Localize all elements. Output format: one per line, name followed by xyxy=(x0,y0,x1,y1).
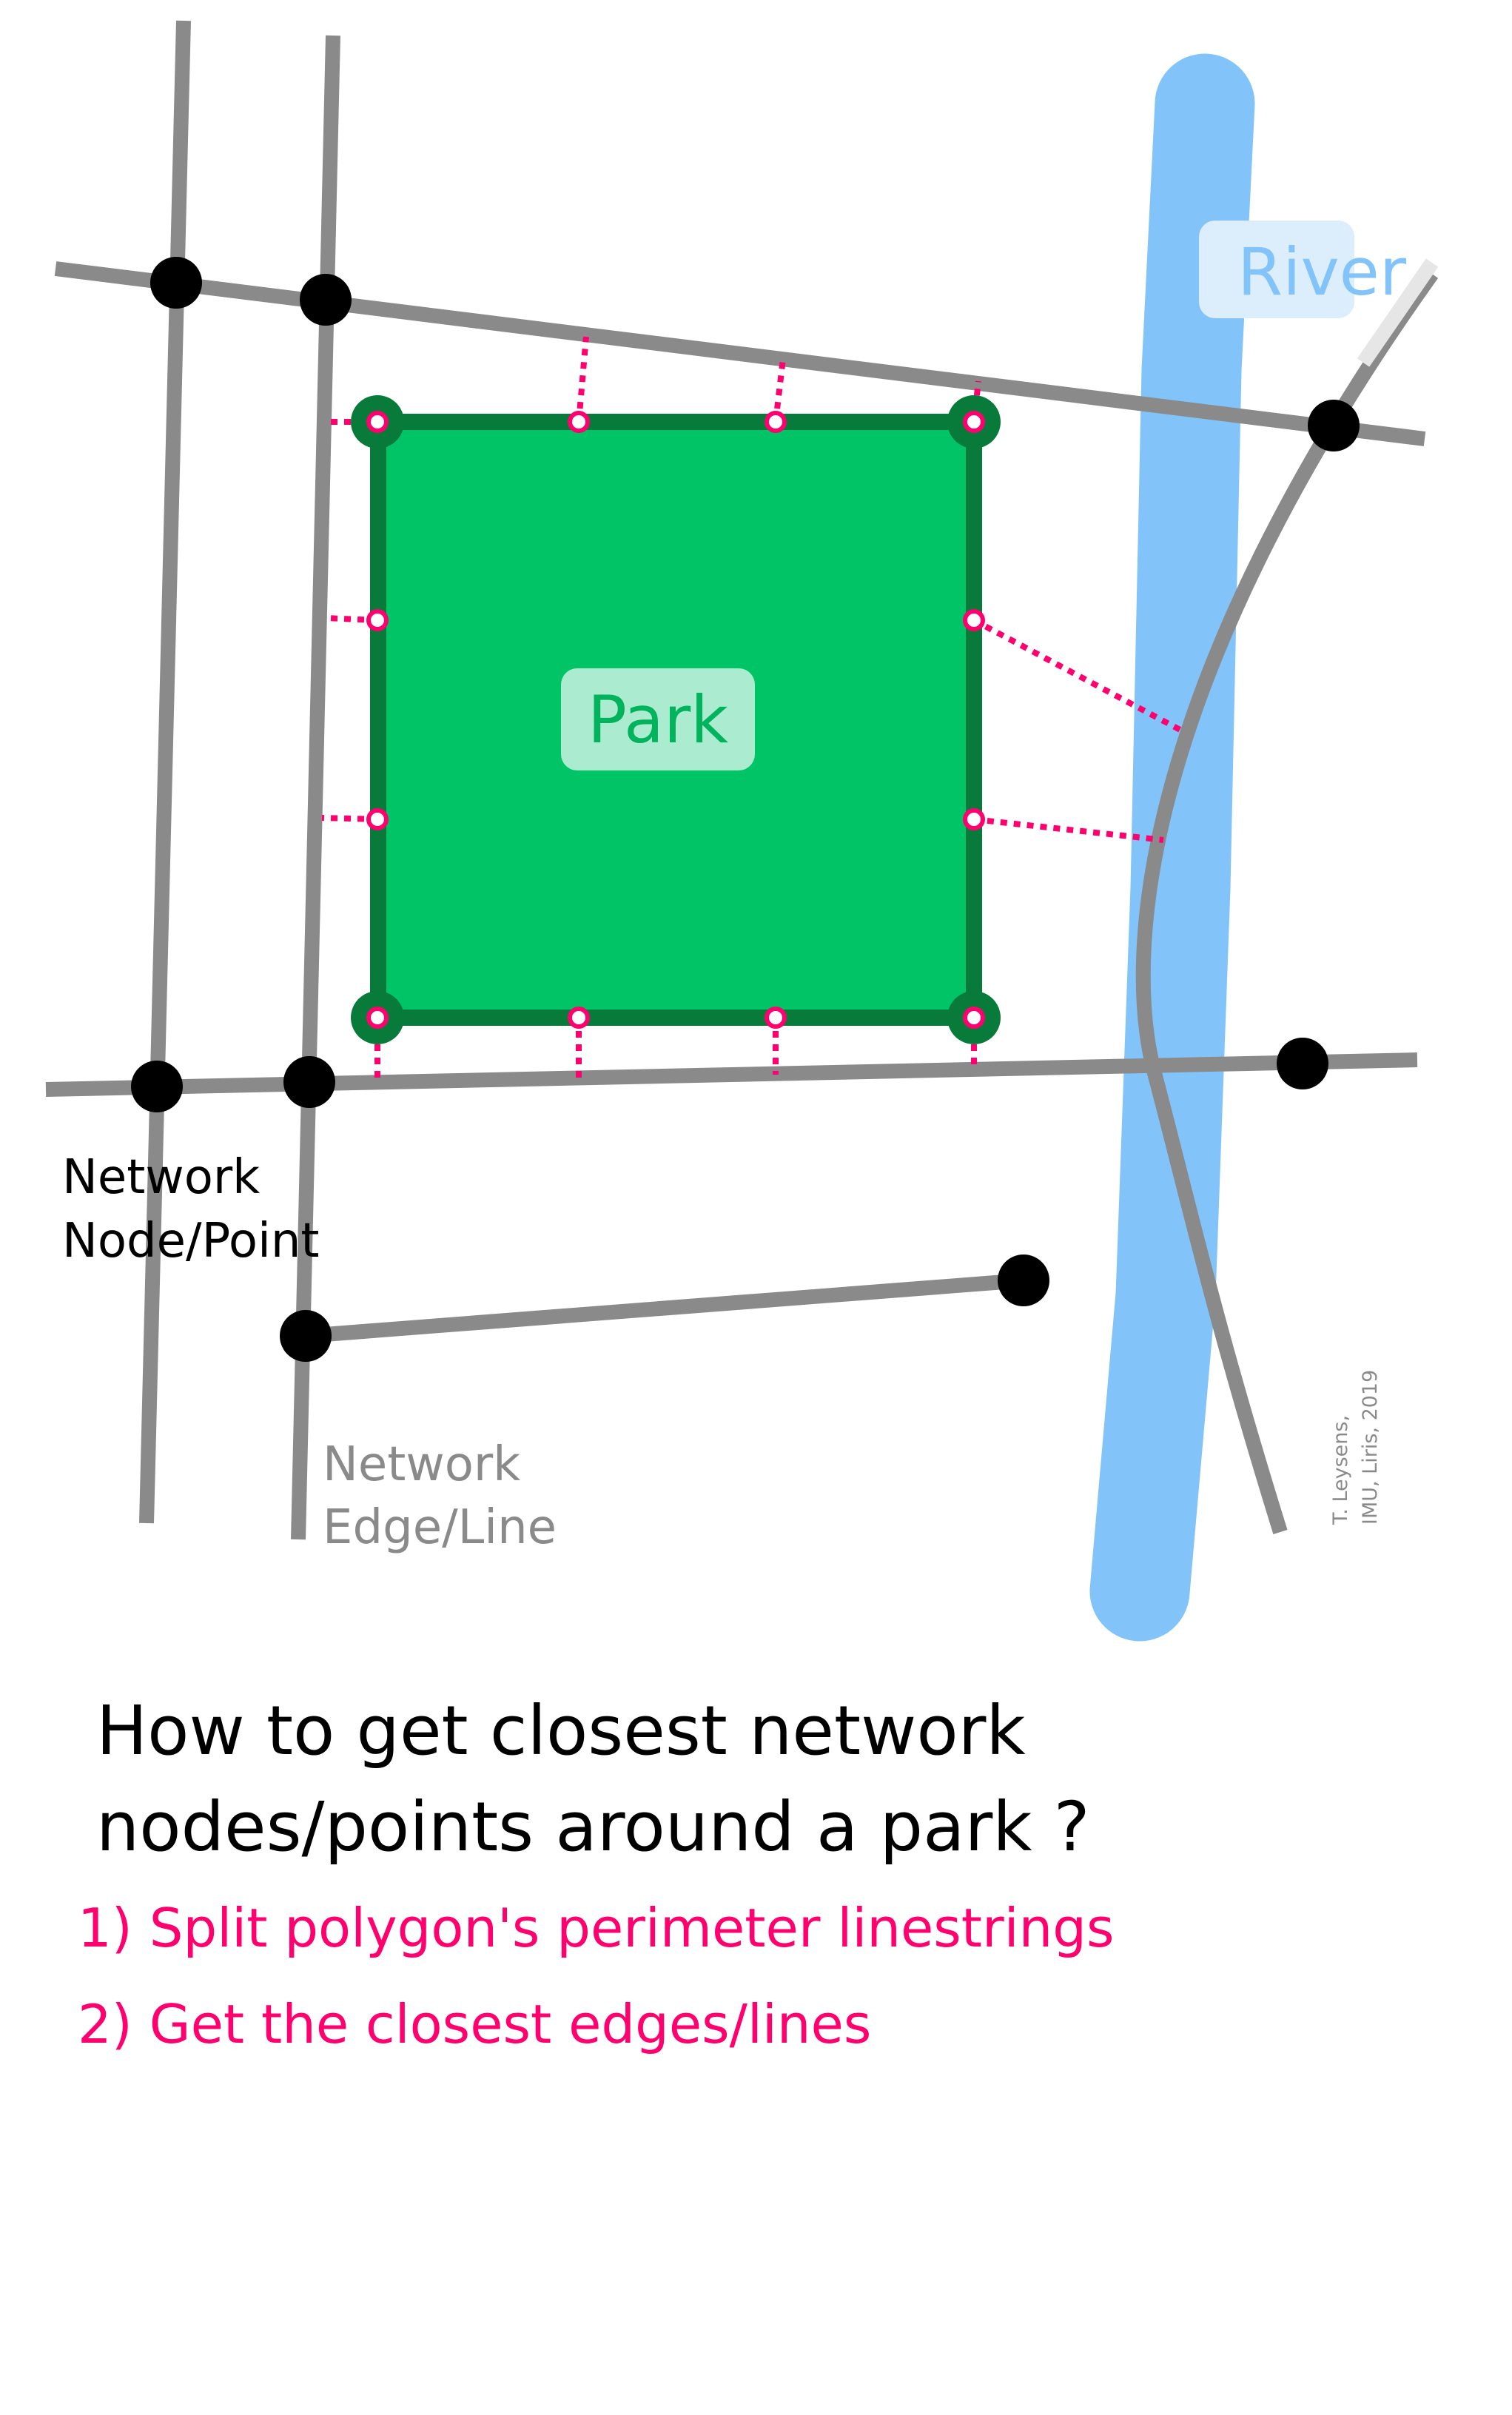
perimeter-vertex xyxy=(568,1007,590,1029)
credit: T. Leysens, IMU, Liris, 2019 xyxy=(1329,1370,1382,1525)
node-label-line2: Node/Point xyxy=(62,1214,320,1269)
step-1: 1) Split polygon's perimeter linestrings xyxy=(78,1897,1114,1959)
perimeter-vertex xyxy=(366,808,389,830)
network-node xyxy=(283,1056,335,1108)
credit-line1: T. Leysens, xyxy=(1329,1415,1352,1525)
question-line1: How to get closest network xyxy=(96,1691,1026,1770)
perimeter-vertex xyxy=(366,1007,389,1029)
network-node xyxy=(150,257,202,309)
perimeter-vertex xyxy=(568,411,590,433)
road-short xyxy=(305,1273,1024,1343)
network-node xyxy=(1277,1038,1328,1089)
network-node xyxy=(280,1310,332,1362)
road-vertical-left xyxy=(139,20,191,1524)
network-node xyxy=(998,1254,1049,1306)
network-node xyxy=(300,274,352,326)
perimeter-vertex xyxy=(963,609,985,631)
step-2: 2) Get the closest edges/lines xyxy=(78,1993,871,2055)
perimeter-vertex xyxy=(963,808,985,830)
edge-label-line1: Network xyxy=(323,1437,520,1492)
edge-label-line2: Edge/Line xyxy=(323,1500,557,1555)
perimeter-vertex xyxy=(765,411,787,433)
question-line2: nodes/points around a park ? xyxy=(96,1787,1090,1867)
network-node xyxy=(1308,400,1360,451)
link xyxy=(576,336,589,423)
perimeter-vertex xyxy=(963,411,985,433)
node-label-line1: Network xyxy=(62,1150,260,1205)
perimeter-vertex xyxy=(366,609,389,631)
perimeter-vertex xyxy=(765,1007,787,1029)
perimeter-vertex xyxy=(366,411,389,433)
park-label: Park xyxy=(588,682,728,758)
credit-line2: IMU, Liris, 2019 xyxy=(1359,1370,1382,1525)
perimeter-vertex xyxy=(963,1007,985,1029)
river-label: River xyxy=(1237,234,1407,310)
network-park-diagram: River Park Network Node/Point Network Ed… xyxy=(45,20,1439,2055)
network-node xyxy=(131,1061,183,1112)
